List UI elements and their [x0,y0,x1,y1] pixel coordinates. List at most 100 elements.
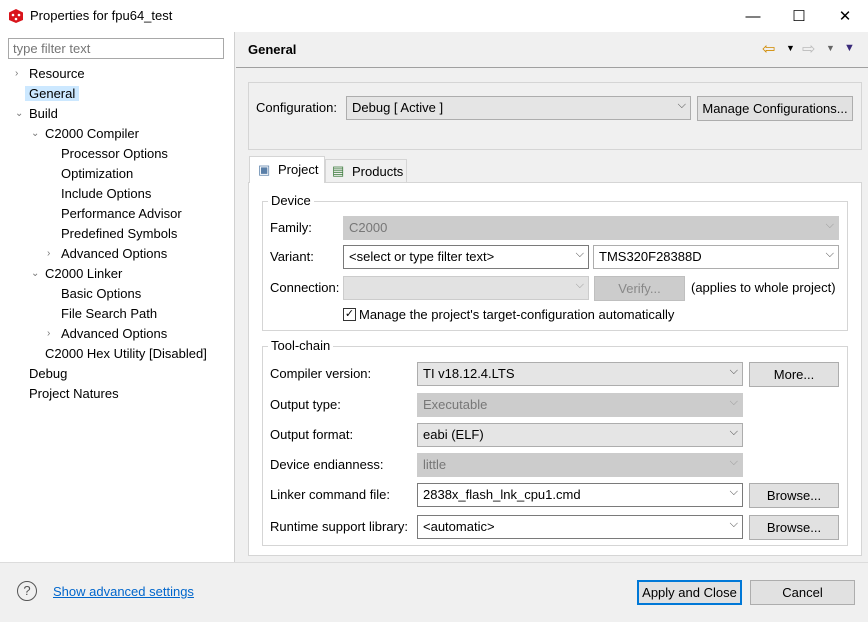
family-value: C2000 [349,220,388,235]
sidebar-item[interactable]: ⌄ Build [15,104,58,124]
applies-note: (applies to whole project) [691,280,836,295]
sidebar-item[interactable]: Project Natures [29,384,119,404]
compiler-value: TI v18.12.4.LTS [423,366,515,381]
cancel-button[interactable]: Cancel [750,580,855,605]
output_format-value: eabi (ELF) [423,427,484,442]
sidebar-item[interactable]: ⌄ C2000 Compiler [31,124,139,144]
output_type-label: Output type: [270,397,341,412]
chevron-right-icon[interactable]: › [15,64,27,84]
sidebar-item[interactable]: ⌄ C2000 Linker [31,264,123,284]
project-icon: ▣ [258,162,271,177]
toolchain-legend: Tool-chain [268,338,334,353]
window-title: Properties for fpu64_test [30,8,173,23]
page-title: General [248,42,297,57]
sidebar-item[interactable]: Include Options [61,184,151,204]
page-header: General ⇦ ▼ ⇨ ▼ ▼ [236,32,868,68]
help-icon[interactable]: ? [17,581,37,601]
sidebar-item[interactable]: C2000 Hex Utility [Disabled] [45,344,207,364]
chevron-down-icon[interactable]: ⌄ [15,104,27,124]
chevron-down-icon: ⌵ [677,99,686,111]
chevron-down-icon: ⌵ [825,248,834,260]
minimize-button[interactable]: — [730,0,776,32]
linker-browse-button[interactable]: Browse... [749,483,839,508]
filter-input[interactable] [8,38,224,59]
configuration-label: Configuration: [256,100,337,115]
show-advanced-settings-link[interactable]: Show advanced settings [53,584,194,599]
tab-label: Products [352,164,404,179]
apply-and-close-button[interactable]: Apply and Close [637,580,742,605]
chevron-down-icon: ⌵ [729,426,738,438]
chevron-down-icon: ⌵ [729,518,738,530]
tab-project[interactable]: ▣ Project [249,156,325,183]
sidebar-item[interactable]: General [25,84,80,104]
sidebar-item-label: Performance Advisor [61,206,182,221]
back-menu-icon[interactable]: ▼ [786,43,795,53]
runtime-label: Runtime support library: [270,519,408,534]
runtime-browse-button[interactable]: Browse... [749,515,839,540]
title-bar: Properties for fpu64_test — ☐ ✕ [0,0,868,32]
chevron-down-icon[interactable]: ⌄ [31,124,43,144]
compiler-more-button[interactable]: More... [749,362,839,387]
sidebar-item[interactable]: Performance Advisor [61,204,182,224]
sidebar-item-label: Processor Options [61,146,168,161]
sidebar-item[interactable]: › Advanced Options [47,244,168,264]
sidebar-item-label: C2000 Compiler [45,126,139,141]
products-icon: ▤ [332,163,345,178]
sidebar-item-label: Basic Options [61,286,142,301]
chevron-down-icon: ⌵ [729,456,738,468]
sidebar-item[interactable]: › Resource [15,64,85,84]
sidebar-item[interactable]: Optimization [61,164,133,184]
variant-filter-combo[interactable]: <select or type filter text> ⌵ [343,245,589,269]
sidebar-item[interactable]: Basic Options [61,284,141,304]
compiler-select[interactable]: TI v18.12.4.LTS ⌵ [417,362,743,386]
close-button[interactable]: ✕ [822,0,868,32]
back-icon[interactable]: ⇦ [762,39,775,59]
endianness-select: little ⌵ [417,453,743,477]
runtime-select[interactable]: <automatic> ⌵ [417,515,743,539]
variant-label: Variant: [270,249,314,264]
chevron-down-icon[interactable]: ⌄ [31,264,43,284]
chevron-down-icon: ⌵ [825,219,834,231]
variant-filter-value: <select or type filter text> [349,249,495,264]
forward-menu-icon[interactable]: ▼ [826,43,835,53]
chevron-right-icon[interactable]: › [47,324,59,344]
variant-select[interactable]: TMS320F28388D ⌵ [593,245,839,269]
output_type-value: Executable [423,397,488,412]
sidebar-item[interactable]: Processor Options [61,144,168,164]
sidebar-item-label: C2000 Linker [45,266,123,281]
configuration-select[interactable]: Debug [ Active ] ⌵ [346,96,691,120]
forward-icon[interactable]: ⇨ [802,39,815,59]
configuration-value: Debug [ Active ] [352,100,444,115]
family-label: Family: [270,220,312,235]
device-legend: Device [268,193,314,208]
chevron-down-icon: ⌵ [729,396,738,408]
sidebar-item[interactable]: File Search Path [61,304,157,324]
verify-button: Verify... [594,276,685,301]
linker-label: Linker command file: [270,487,390,502]
output_format-select[interactable]: eabi (ELF) ⌵ [417,423,743,447]
sidebar-item-label: Advanced Options [61,246,168,261]
linker-value: 2838x_flash_lnk_cpu1.cmd [423,487,581,502]
app-icon [9,9,23,23]
linker-select[interactable]: 2838x_flash_lnk_cpu1.cmd ⌵ [417,483,743,507]
view-menu-icon[interactable]: ▼ [844,42,855,54]
sidebar-item-label: Resource [29,66,85,81]
chevron-right-icon[interactable]: › [47,244,59,264]
chevron-down-icon: ⌵ [575,248,584,260]
sidebar-item-label: C2000 Hex Utility [Disabled] [45,346,207,361]
tab-products[interactable]: ▤ Products [325,159,407,182]
chevron-down-icon: ⌵ [575,279,584,291]
compiler-label: Compiler version: [270,366,372,381]
sidebar-item[interactable]: › Advanced Options [47,324,167,344]
sidebar-item[interactable]: Predefined Symbols [61,224,177,244]
maximize-button[interactable]: ☐ [776,0,822,32]
chevron-down-icon: ⌵ [729,365,738,377]
sidebar-item-label: Build [29,106,58,121]
sidebar-item-label: Optimization [61,166,134,181]
family-select: C2000 ⌵ [343,216,839,240]
manage-configurations-button[interactable]: Manage Configurations... [697,96,853,121]
tab-label: Project [278,162,319,177]
sidebar-item-label: Include Options [61,186,152,201]
manage-target-checkbox[interactable]: ✓ [343,308,356,321]
sidebar-item[interactable]: Debug [29,364,67,384]
